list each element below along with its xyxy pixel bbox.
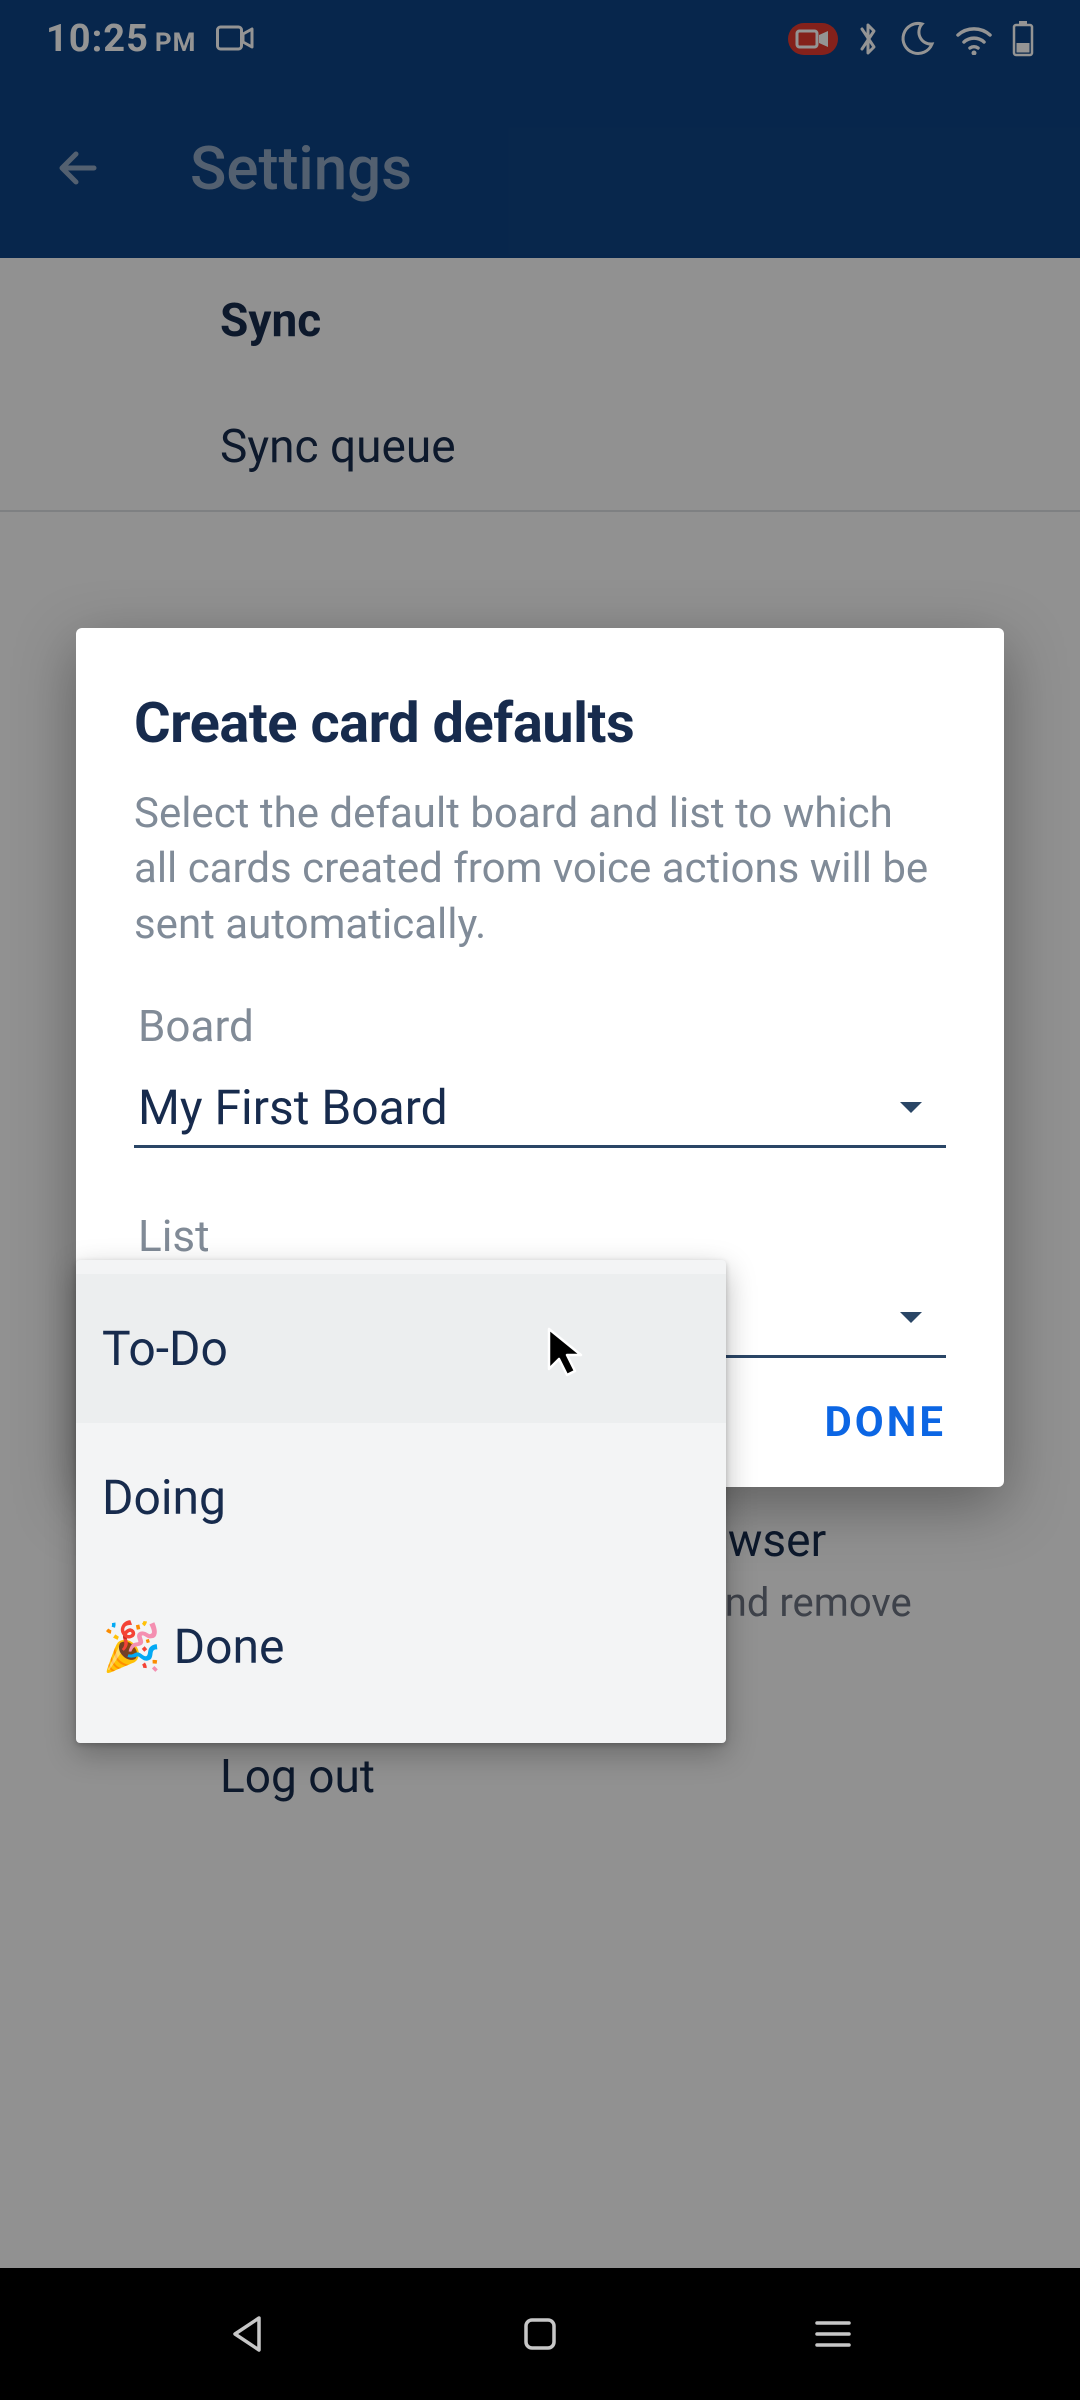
board-select-value: My First Board xyxy=(138,1079,448,1136)
chevron-down-icon xyxy=(898,1100,924,1116)
list-option-done[interactable]: 🎉 Done xyxy=(76,1572,726,1721)
nav-back-button[interactable] xyxy=(187,2314,307,2354)
dialog-title: Create card defaults xyxy=(134,690,946,756)
list-label: List xyxy=(138,1210,946,1262)
board-select[interactable]: My First Board xyxy=(134,1070,946,1148)
list-option-todo[interactable]: To-Do xyxy=(76,1274,726,1423)
android-nav-bar xyxy=(0,2268,1080,2400)
list-dropdown-menu: To-Do Doing 🎉 Done xyxy=(76,1260,726,1743)
list-option-doing[interactable]: Doing xyxy=(76,1423,726,1572)
done-button[interactable]: DONE xyxy=(824,1398,946,1447)
board-label: Board xyxy=(138,1000,946,1052)
chevron-down-icon xyxy=(898,1310,924,1326)
nav-home-button[interactable] xyxy=(480,2316,600,2352)
nav-recent-button[interactable] xyxy=(773,2318,893,2350)
dialog-description: Select the default board and list to whi… xyxy=(134,786,946,952)
